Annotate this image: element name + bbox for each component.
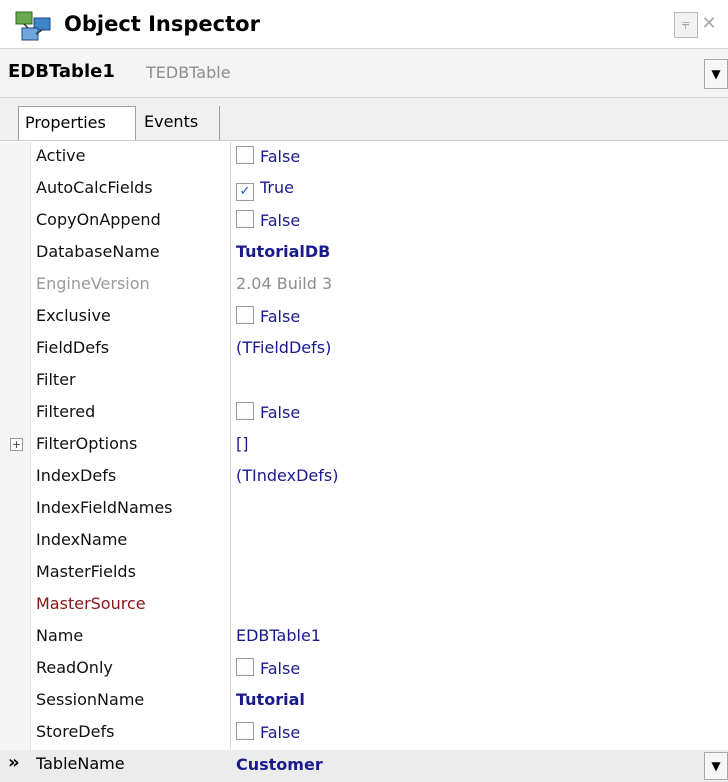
- window-title: Object Inspector: [64, 12, 260, 36]
- checkbox[interactable]: [236, 402, 254, 420]
- property-row-exclusive[interactable]: Exclusive False: [0, 302, 728, 334]
- property-name: SessionName: [36, 690, 145, 709]
- property-name: Filter: [36, 370, 76, 389]
- property-value[interactable]: False: [236, 210, 300, 230]
- checkbox-checked[interactable]: ✓: [236, 183, 254, 201]
- property-name: AutoCalcFields: [36, 178, 153, 197]
- property-row-filter[interactable]: Filter: [0, 366, 728, 398]
- property-name: StoreDefs: [36, 722, 115, 741]
- property-row-storedefs[interactable]: StoreDefs False: [0, 718, 728, 750]
- property-value[interactable]: Tutorial: [236, 690, 305, 709]
- property-name: Exclusive: [36, 306, 111, 325]
- object-inspector-icon: [15, 11, 51, 41]
- property-row-active[interactable]: Active False: [0, 142, 728, 174]
- property-value[interactable]: False: [236, 146, 300, 166]
- property-value: 2.04 Build 3: [236, 274, 333, 293]
- close-icon[interactable]: ✕: [698, 12, 720, 36]
- property-name: FilterOptions: [36, 434, 138, 453]
- property-name: ReadOnly: [36, 658, 113, 677]
- property-name: TableName: [36, 754, 125, 773]
- property-value[interactable]: False: [236, 402, 300, 422]
- property-row-readonly[interactable]: ReadOnly False: [0, 654, 728, 686]
- property-name: FieldDefs: [36, 338, 110, 357]
- property-row-name[interactable]: Name EDBTable1: [0, 622, 728, 654]
- checkbox[interactable]: [236, 210, 254, 228]
- title-bar: Object Inspector ⫧ ✕: [0, 0, 728, 46]
- property-row-engineversion[interactable]: EngineVersion 2.04 Build 3: [0, 270, 728, 302]
- property-value[interactable]: ✓ True: [236, 178, 294, 201]
- tablename-input[interactable]: Customer: [232, 751, 706, 779]
- property-row-tablename[interactable]: » TableName Customer ▼: [0, 750, 728, 782]
- property-grid: Active False AutoCalcFields ✓ True CopyOn…: [0, 142, 728, 782]
- property-row-indexfieldnames[interactable]: IndexFieldNames: [0, 494, 728, 526]
- current-row-icon: »: [8, 752, 20, 773]
- property-value[interactable]: TutorialDB: [236, 242, 330, 261]
- property-name: IndexName: [36, 530, 128, 549]
- component-name: EDBTable1: [8, 61, 115, 82]
- checkbox[interactable]: [236, 722, 254, 740]
- property-row-indexdefs[interactable]: IndexDefs (TIndexDefs): [0, 462, 728, 494]
- property-row-databasename[interactable]: DatabaseName TutorialDB: [0, 238, 728, 270]
- tab-events[interactable]: Events: [138, 106, 220, 140]
- checkbox[interactable]: [236, 306, 254, 324]
- chevron-down-icon[interactable]: ▼: [704, 59, 728, 89]
- property-row-mastersource[interactable]: MasterSource: [0, 590, 728, 622]
- property-row-masterfields[interactable]: MasterFields: [0, 558, 728, 590]
- property-row-filtered[interactable]: Filtered False: [0, 398, 728, 430]
- property-name: DatabaseName: [36, 242, 160, 261]
- property-value[interactable]: (TFieldDefs): [236, 338, 331, 357]
- property-name: MasterFields: [36, 562, 136, 581]
- property-value[interactable]: False: [236, 658, 300, 678]
- checkbox[interactable]: [236, 146, 254, 164]
- property-row-autocalcfields[interactable]: AutoCalcFields ✓ True: [0, 174, 728, 206]
- property-name: Active: [36, 146, 86, 165]
- component-type: TEDBTable: [146, 63, 231, 82]
- property-value[interactable]: (TIndexDefs): [236, 466, 338, 485]
- checkbox[interactable]: [236, 658, 254, 676]
- component-selector[interactable]: EDBTable1 TEDBTable ▼: [0, 48, 728, 98]
- property-row-copyonappend[interactable]: CopyOnAppend False: [0, 206, 728, 238]
- property-value[interactable]: False: [236, 306, 300, 326]
- property-row-indexname[interactable]: IndexName: [0, 526, 728, 558]
- property-name: Filtered: [36, 402, 96, 421]
- pin-icon[interactable]: ⫧: [674, 12, 698, 38]
- expand-icon[interactable]: +: [10, 438, 23, 451]
- property-name: MasterSource: [36, 594, 146, 613]
- property-row-sessionname[interactable]: SessionName Tutorial: [0, 686, 728, 718]
- property-value[interactable]: []: [236, 434, 248, 453]
- chevron-down-icon[interactable]: ▼: [704, 752, 728, 780]
- property-name: IndexDefs: [36, 466, 117, 485]
- property-name: Name: [36, 626, 84, 645]
- tab-properties[interactable]: Properties: [18, 106, 136, 140]
- property-name: CopyOnAppend: [36, 210, 161, 229]
- property-value[interactable]: False: [236, 722, 300, 742]
- property-value[interactable]: EDBTable1: [236, 626, 321, 645]
- property-name: IndexFieldNames: [36, 498, 173, 517]
- property-row-fielddefs[interactable]: FieldDefs (TFieldDefs): [0, 334, 728, 366]
- property-name: EngineVersion: [36, 274, 150, 293]
- tab-bar: Properties Events: [0, 98, 728, 141]
- property-row-filteroptions[interactable]: + FilterOptions []: [0, 430, 728, 462]
